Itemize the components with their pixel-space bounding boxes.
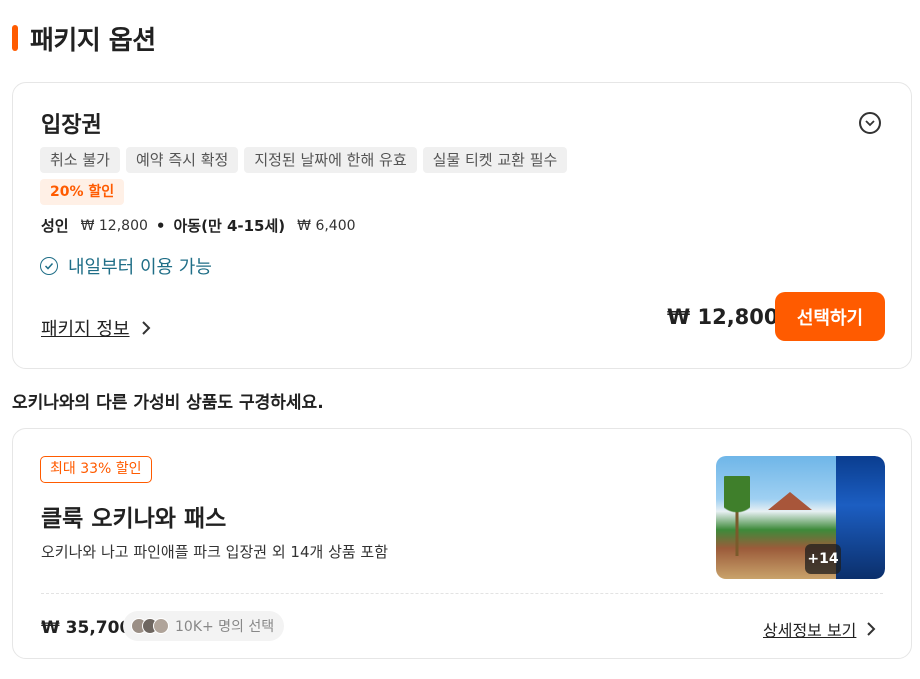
aquarium-photo [836, 456, 885, 579]
section-header: 패키지 옵션 [12, 20, 156, 56]
availability: 내일부터 이용 가능 [40, 253, 212, 279]
product-title: 클룩 오키나와 패스 [41, 506, 227, 532]
product-image[interactable]: +14 [716, 456, 885, 579]
max-discount-badge: 최대 33% 할인 [40, 456, 152, 483]
adult-price: ₩ 12,800 [80, 217, 148, 234]
product-description: 오키나와 나고 파인애플 파크 입장권 외 14개 상품 포함 [41, 543, 389, 561]
social-proof-badge: 10K+ 명의 선택 [123, 611, 285, 641]
package-tags: 취소 불가 예약 즉시 확정 지정된 날짜에 한해 유효 실물 티켓 교환 필수 [40, 147, 568, 173]
promo-product-card[interactable]: 최대 33% 할인 클룩 오키나와 패스 오키나와 나고 파인애플 파크 입장권… [12, 428, 912, 659]
chevron-down-circle-icon[interactable] [859, 112, 881, 134]
chevron-right-icon [140, 319, 152, 337]
detail-link-label: 상세정보 보기 [763, 621, 857, 640]
promo-heading: 오키나와의 다른 가성비 상품도 구경하세요. [12, 393, 324, 413]
availability-text: 내일부터 이용 가능 [68, 257, 212, 278]
more-images-count: +14 [805, 544, 841, 574]
separator-dot: • [155, 216, 166, 235]
discount-badge: 20% 할인 [40, 179, 125, 205]
total-price: ₩ 12,800 [667, 305, 779, 329]
roof-shape [768, 492, 812, 510]
social-proof-text: 10K+ 명의 선택 [175, 619, 275, 635]
divider [41, 593, 883, 594]
tag-instant-confirm: 예약 즉시 확정 [125, 147, 239, 173]
price-breakdown: 성인 ₩ 12,800 • 아동(만 4-15세) ₩ 6,400 [41, 215, 356, 236]
section-title: 패키지 옵션 [30, 25, 156, 56]
tag-ticket-exchange: 실물 티켓 교환 필수 [422, 147, 568, 173]
chevron-right-icon [866, 621, 876, 637]
detail-link[interactable]: 상세정보 보기 [763, 617, 876, 641]
child-label: 아동(만 4-15세) [173, 217, 286, 235]
package-option-card: 입장권 취소 불가 예약 즉시 확정 지정된 날짜에 한해 유효 실물 티켓 교… [12, 82, 912, 369]
child-price: ₩ 6,400 [297, 217, 356, 234]
tag-no-cancel: 취소 불가 [40, 147, 120, 173]
package-info-label: 패키지 정보 [41, 319, 130, 340]
palm-tree-shape [724, 476, 750, 556]
package-name: 입장권 [41, 113, 102, 138]
product-price: ₩ 35,700 [41, 618, 132, 638]
adult-label: 성인 [41, 217, 69, 235]
title-accent-bar [12, 25, 18, 51]
check-circle-icon [40, 257, 58, 275]
select-button[interactable]: 선택하기 [775, 292, 885, 341]
avatar-group [131, 618, 169, 634]
package-info-link[interactable]: 패키지 정보 [41, 315, 152, 341]
tag-valid-date: 지정된 날짜에 한해 유효 [244, 147, 417, 173]
avatar [153, 618, 169, 634]
